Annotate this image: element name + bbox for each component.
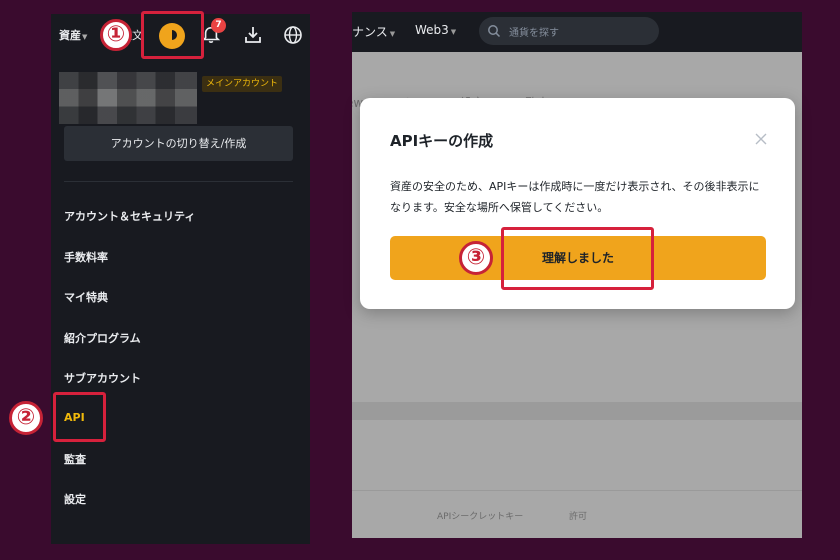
close-icon[interactable]	[754, 132, 768, 146]
menu-item-settings[interactable]: 設定	[64, 491, 86, 507]
menu-item-audit[interactable]: 監査	[64, 451, 86, 467]
dialog-title: APIキーの作成	[390, 132, 494, 150]
highlight-box-api	[53, 392, 106, 442]
search-icon	[488, 25, 501, 38]
chevron-down-icon: ▼	[82, 33, 88, 41]
notification-badge: 7	[211, 18, 226, 33]
chevron-down-icon: ▼	[450, 28, 457, 36]
search-placeholder: 通貨を探す	[509, 28, 559, 39]
step-marker-1: ①	[100, 19, 132, 51]
main-account-badge: メインアカウント	[202, 76, 283, 92]
menu-item-my-benefits[interactable]: マイ特典	[64, 289, 108, 305]
globe-icon[interactable]	[283, 25, 303, 45]
download-icon[interactable]	[243, 25, 263, 45]
assets-menu[interactable]: 資産▼	[59, 27, 87, 43]
nav-finance[interactable]: ナンス ▼	[352, 23, 395, 40]
menu-item-account-security[interactable]: アカウント＆セキュリティ	[64, 208, 195, 224]
nav-finance-label: ナンス	[352, 25, 388, 39]
bg-secret-key-label: APIシークレットキー	[437, 512, 524, 522]
menu-item-fee-rate[interactable]: 手数料率	[64, 249, 108, 265]
nav-web3[interactable]: Web3 ▼	[415, 23, 456, 37]
nav-web3-label: Web3	[415, 23, 449, 37]
divider	[64, 181, 293, 182]
dialog-message: 資産の安全のため、APIキーは作成時に一度だけ表示され、その後非表示になります。…	[390, 180, 760, 214]
switch-account-button[interactable]: アカウントの切り替え/作成	[64, 126, 293, 161]
chevron-down-icon: ▼	[389, 30, 396, 38]
blurred-user-id	[59, 72, 197, 124]
step-marker-3: ③	[459, 241, 493, 275]
menu-item-sub-account[interactable]: サブアカウント	[64, 370, 141, 386]
highlight-box-avatar	[141, 11, 204, 59]
background-band	[352, 402, 802, 420]
step-marker-2: ②	[9, 401, 43, 435]
assets-label: 資産	[59, 29, 81, 42]
bg-permission-label: 許可	[569, 512, 588, 522]
divider	[352, 490, 802, 491]
menu-item-referral[interactable]: 紹介プログラム	[64, 330, 141, 346]
search-input[interactable]: 通貨を探す	[479, 17, 659, 45]
account-dropdown-panel: 資産▼ 注文 7 メインアカウント アカウントの切り替え/作成 アカウント＆セキ…	[51, 14, 310, 544]
right-top-bar: ナンス ▼ Web3 ▼ 通貨を探す	[352, 12, 802, 52]
highlight-box-confirm	[501, 227, 654, 290]
